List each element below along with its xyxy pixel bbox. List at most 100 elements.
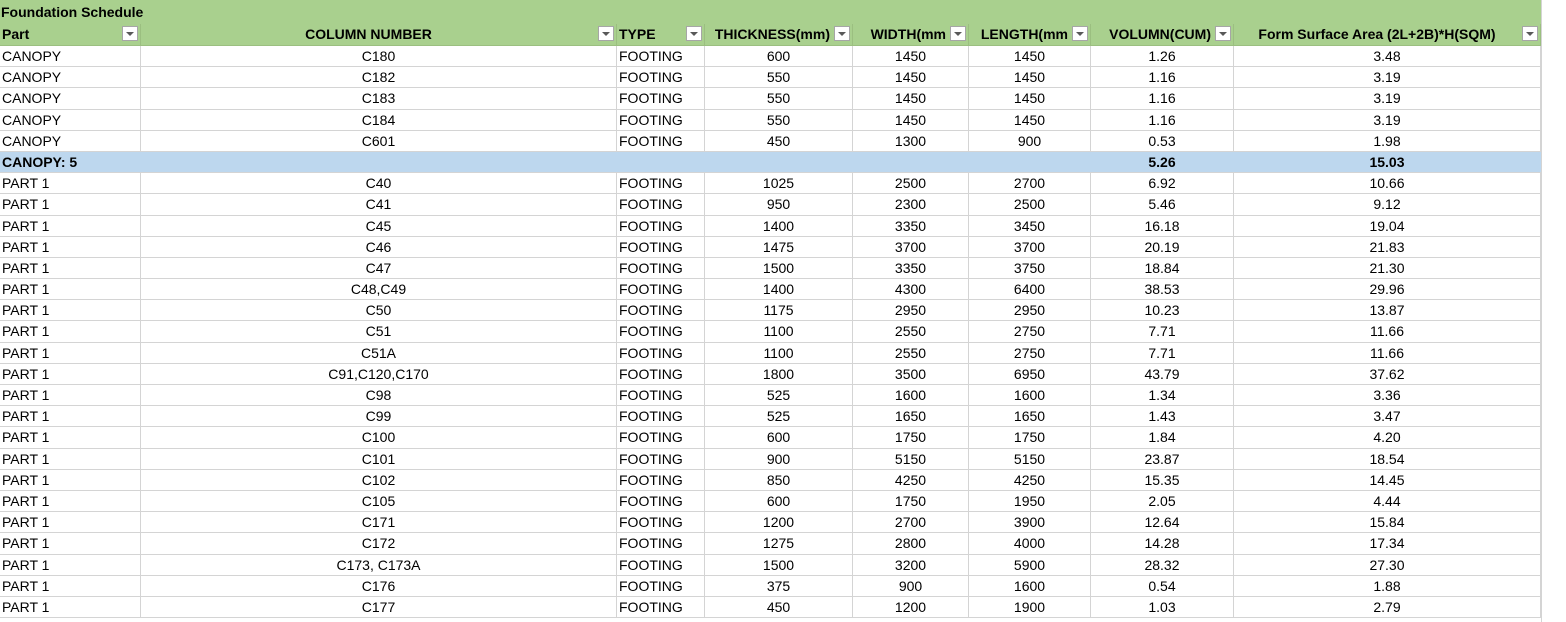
cell-thickness[interactable]: 525 [705,385,853,406]
cell-thickness[interactable] [705,151,853,173]
cell-volume[interactable]: 15.35 [1091,469,1234,490]
cell-length[interactable]: 1600 [969,385,1091,406]
cell-part[interactable]: PART 1 [0,427,141,448]
cell-column-number[interactable]: C601 [141,130,617,151]
cell-form-surface-area[interactable]: 37.62 [1234,363,1541,384]
cell-part[interactable]: PART 1 [0,512,141,533]
cell-thickness[interactable]: 450 [705,596,853,618]
cell-column-number[interactable]: C99 [141,406,617,427]
cell-column-number[interactable]: C46 [141,236,617,257]
cell-column-number[interactable]: C51A [141,342,617,363]
cell-type[interactable]: FOOTING [617,469,705,490]
cell-volume[interactable]: 1.16 [1091,67,1234,88]
cell-form-surface-area[interactable]: 29.96 [1234,279,1541,300]
cell-form-surface-area[interactable]: 2.79 [1234,596,1541,618]
cell-length[interactable]: 1450 [969,109,1091,130]
empty-column[interactable] [1541,0,1566,622]
cell-form-surface-area[interactable]: 21.83 [1234,236,1541,257]
cell-part[interactable]: PART 1 [0,469,141,490]
cell-width[interactable]: 2950 [853,300,969,321]
cell-thickness[interactable]: 1275 [705,533,853,554]
header-column-number[interactable]: COLUMN NUMBER [141,24,617,45]
cell-form-surface-area[interactable]: 27.30 [1234,554,1541,575]
cell-length[interactable]: 4250 [969,469,1091,490]
header-thickness[interactable]: THICKNESS(mm) [705,24,853,45]
cell-volume[interactable]: 1.43 [1091,406,1234,427]
cell-column-number[interactable]: C182 [141,67,617,88]
cell-form-surface-area[interactable]: 3.48 [1234,46,1541,67]
cell-part[interactable]: CANOPY [0,46,141,67]
filter-form-surface-area-button[interactable] [1522,26,1538,41]
cell-length[interactable]: 2750 [969,321,1091,342]
cell-width[interactable]: 2550 [853,321,969,342]
cell-thickness[interactable]: 1475 [705,236,853,257]
cell-width[interactable]: 2700 [853,512,969,533]
cell-form-surface-area[interactable]: 11.66 [1234,342,1541,363]
cell-thickness[interactable]: 1100 [705,321,853,342]
cell-width[interactable]: 3350 [853,215,969,236]
cell-width[interactable]: 2500 [853,173,969,194]
cell-length[interactable]: 2500 [969,194,1091,215]
cell-column-number[interactable] [141,151,617,173]
cell-width[interactable]: 3500 [853,363,969,384]
cell-type[interactable]: FOOTING [617,596,705,618]
cell-type[interactable]: FOOTING [617,512,705,533]
cell-form-surface-area[interactable]: 3.19 [1234,109,1541,130]
cell-volume[interactable]: 6.92 [1091,173,1234,194]
cell-form-surface-area[interactable]: 13.87 [1234,300,1541,321]
cell-part[interactable]: PART 1 [0,342,141,363]
cell-column-number[interactable]: C101 [141,448,617,469]
cell-volume[interactable]: 38.53 [1091,279,1234,300]
cell-length[interactable]: 1450 [969,46,1091,67]
cell-column-number[interactable]: C50 [141,300,617,321]
cell-width[interactable]: 3350 [853,257,969,279]
cell-width[interactable]: 1750 [853,490,969,512]
cell-form-surface-area[interactable]: 11.66 [1234,321,1541,342]
cell-width[interactable]: 4300 [853,279,969,300]
cell-part[interactable]: PART 1 [0,257,141,279]
cell-length[interactable]: 1900 [969,596,1091,618]
cell-column-number[interactable]: C171 [141,512,617,533]
cell-part[interactable]: PART 1 [0,385,141,406]
cell-width[interactable]: 1750 [853,427,969,448]
cell-width[interactable] [853,151,969,173]
cell-column-number[interactable]: C176 [141,575,617,596]
cell-column-number[interactable]: C98 [141,385,617,406]
cell-part[interactable]: CANOPY: 5 [0,151,141,173]
cell-part[interactable]: PART 1 [0,363,141,384]
cell-part[interactable]: PART 1 [0,533,141,554]
cell-length[interactable]: 1750 [969,427,1091,448]
cell-volume[interactable]: 23.87 [1091,448,1234,469]
cell-type[interactable]: FOOTING [617,554,705,575]
cell-form-surface-area[interactable]: 19.04 [1234,215,1541,236]
cell-type[interactable]: FOOTING [617,385,705,406]
cell-part[interactable]: PART 1 [0,490,141,512]
cell-volume[interactable]: 1.26 [1091,46,1234,67]
cell-type[interactable]: FOOTING [617,406,705,427]
cell-length[interactable]: 6950 [969,363,1091,384]
cell-thickness[interactable]: 600 [705,46,853,67]
cell-type[interactable]: FOOTING [617,363,705,384]
cell-thickness[interactable]: 1100 [705,342,853,363]
cell-length[interactable]: 3450 [969,215,1091,236]
cell-thickness[interactable]: 525 [705,406,853,427]
cell-thickness[interactable]: 900 [705,448,853,469]
cell-width[interactable]: 900 [853,575,969,596]
cell-width[interactable]: 3700 [853,236,969,257]
cell-volume[interactable]: 2.05 [1091,490,1234,512]
cell-form-surface-area[interactable]: 1.88 [1234,575,1541,596]
cell-part[interactable]: PART 1 [0,215,141,236]
cell-column-number[interactable]: C45 [141,215,617,236]
cell-type[interactable] [617,151,705,173]
cell-type[interactable]: FOOTING [617,575,705,596]
cell-width[interactable]: 1300 [853,130,969,151]
cell-width[interactable]: 3200 [853,554,969,575]
cell-volume[interactable]: 10.23 [1091,300,1234,321]
cell-type[interactable]: FOOTING [617,88,705,109]
cell-volume[interactable]: 1.84 [1091,427,1234,448]
cell-form-surface-area[interactable]: 3.19 [1234,67,1541,88]
cell-part[interactable]: PART 1 [0,194,141,215]
cell-length[interactable]: 1950 [969,490,1091,512]
cell-width[interactable]: 2550 [853,342,969,363]
cell-part[interactable]: PART 1 [0,596,141,618]
